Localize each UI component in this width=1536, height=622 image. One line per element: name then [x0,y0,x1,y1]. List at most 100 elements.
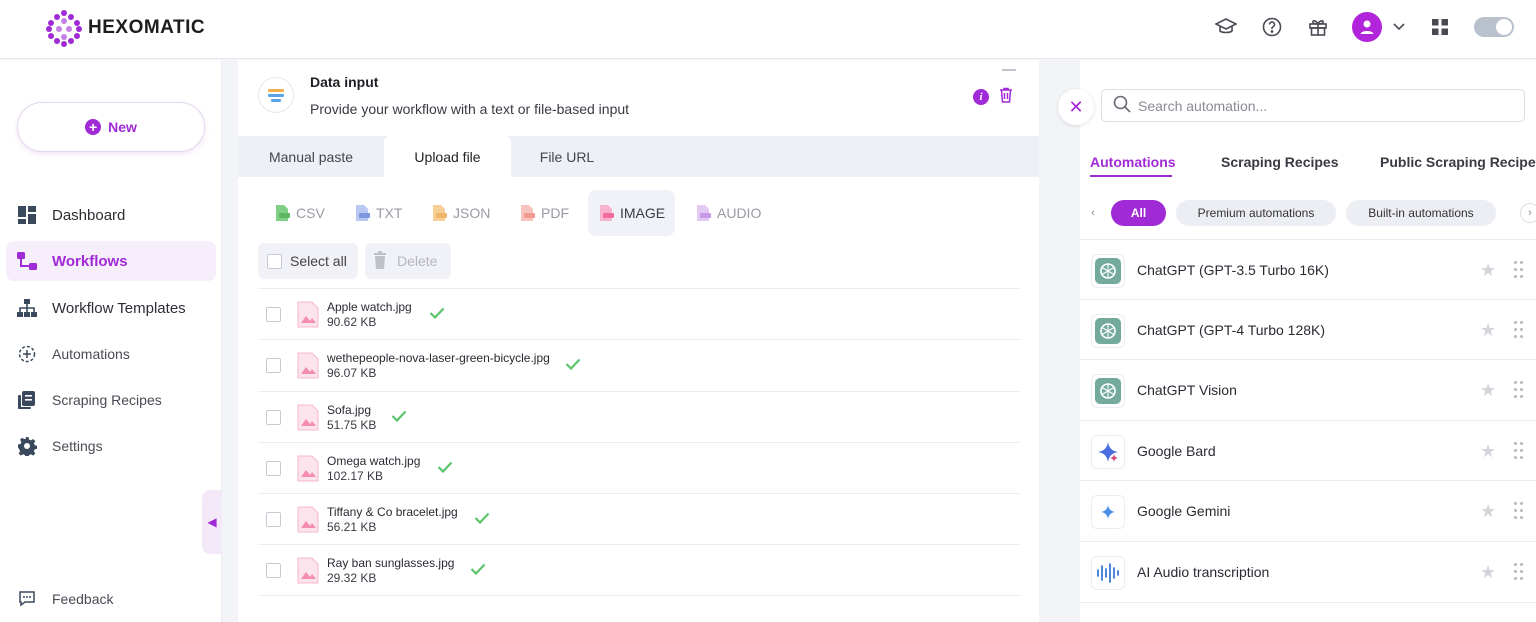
sidebar-item-workflow-templates[interactable]: Workflow Templates [6,288,216,328]
csv-file-icon [274,204,290,222]
sidebar-item-feedback[interactable]: Feedback [6,579,216,619]
star-icon[interactable]: ★ [1480,260,1496,281]
drag-handle-icon[interactable] [1514,381,1524,399]
txt-file-icon [354,204,370,222]
avatar[interactable] [1352,12,1382,42]
file-checkbox[interactable] [266,512,281,528]
tab-file-url[interactable]: File URL [511,136,623,177]
file-checkbox[interactable] [266,563,281,579]
file-type-json[interactable]: JSON [421,190,500,236]
tab-automations[interactable]: Automations [1090,154,1176,170]
drag-handle-icon[interactable] [1514,261,1524,279]
file-row: Apple watch.jpg 90.62 KB [258,288,1020,339]
sidebar-item-automations[interactable]: Automations [6,334,216,374]
automation-item[interactable]: ChatGPT (GPT-3.5 Turbo 16K) ★ [1080,239,1536,300]
search-input[interactable]: Search automation... [1101,89,1525,122]
plus-icon: + [85,119,102,135]
help-icon[interactable] [1260,15,1284,39]
gift-icon[interactable] [1306,15,1330,39]
select-all-button[interactable]: Select all [258,243,358,279]
file-type-audio[interactable]: AUDIO [685,190,771,236]
theme-toggle[interactable] [1474,17,1514,37]
new-button[interactable]: + New [17,102,205,152]
apps-grid-icon[interactable] [1428,15,1452,39]
google-bard-icon [1091,434,1125,469]
templates-icon [16,297,38,319]
checkmark-icon [474,511,490,525]
file-checkbox[interactable] [266,460,281,476]
chevron-left-icon[interactable]: ‹ [1083,203,1103,223]
file-checkbox[interactable] [266,409,281,425]
file-checkbox[interactable] [266,307,281,322]
workflows-icon [16,250,38,272]
image-file-icon [297,506,319,533]
collapse-sidebar-button[interactable]: ◀ [202,490,222,554]
chatgpt-icon [1091,374,1125,409]
star-icon[interactable]: ★ [1480,501,1496,522]
file-name: Ray ban sunglasses.jpg [327,556,455,571]
tab-public-scraping-recipes[interactable]: Public Scraping Recipes [1380,154,1536,170]
image-file-icon [297,404,319,431]
file-name: wethepeople-nova-laser-green-bicycle.jpg [327,351,550,366]
file-type-pdf[interactable]: PDF [509,190,579,236]
sidebar-item-label: Settings [52,438,103,454]
active-tab-indicator [1090,175,1172,177]
drag-handle-icon[interactable] [1514,562,1524,581]
info-icon[interactable]: i [973,89,989,105]
data-input-subtitle: Provide your workflow with a text or fil… [310,101,630,117]
trash-icon[interactable] [999,87,1013,108]
automation-name: ChatGPT (GPT-3.5 Turbo 16K) [1137,262,1329,278]
file-name: Tiffany & Co bracelet.jpg [327,505,458,520]
minimize-icon[interactable] [1002,69,1016,71]
delete-button[interactable]: Delete [365,243,451,279]
chip-built-in-automations[interactable]: Built-in automations [1346,200,1496,226]
sidebar-item-scraping-recipes[interactable]: Scraping Recipes [6,380,216,420]
chip-premium-automations[interactable]: Premium automations [1176,200,1336,226]
chevron-down-icon[interactable] [1392,15,1406,39]
star-icon[interactable]: ★ [1480,380,1496,401]
automation-item[interactable]: Google Gemini ★ [1080,481,1536,542]
search-placeholder: Search automation... [1138,97,1268,114]
drag-handle-icon[interactable] [1514,441,1524,460]
file-type-txt[interactable]: TXT [344,190,412,236]
automation-item[interactable]: Google Bard ★ [1080,421,1536,482]
file-size: 90.62 KB [327,315,377,329]
star-icon[interactable]: ★ [1480,320,1496,341]
drag-handle-icon[interactable] [1514,502,1524,520]
chip-all[interactable]: All [1111,200,1166,226]
automation-item[interactable]: ChatGPT Vision ★ [1080,360,1536,421]
automation-name: AI Audio transcription [1137,563,1270,580]
chevron-right-icon[interactable]: › [1520,203,1536,223]
drag-handle-icon[interactable] [1514,320,1524,339]
search-icon [1113,95,1131,116]
tab-scraping-recipes[interactable]: Scraping Recipes [1221,154,1339,170]
automations-icon [16,343,38,365]
input-tabs: Manual paste Upload file File URL [238,136,1039,177]
file-checkbox[interactable] [266,358,281,374]
tab-manual-paste[interactable]: Manual paste [248,136,374,177]
file-size: 102.17 KB [327,468,384,483]
automation-item[interactable]: AI Audio transcription ★ [1080,542,1536,603]
file-type-image[interactable]: IMAGE [588,190,675,236]
sidebar-item-settings[interactable]: Settings [6,426,216,466]
file-row: Ray ban sunglasses.jpg 29.32 KB [258,544,1020,596]
chatgpt-icon [1091,313,1125,348]
file-type-csv[interactable]: CSV [264,190,335,236]
automation-item[interactable]: ChatGPT (GPT-4 Turbo 128K) ★ [1080,300,1536,361]
academy-icon[interactable] [1214,15,1238,39]
automation-name: ChatGPT (GPT-4 Turbo 128K) [1137,321,1326,338]
checkmark-icon [470,562,486,576]
logo[interactable]: HEXOMATIC [46,10,205,47]
dashboard-icon [16,204,38,226]
uploaded-files-list: Apple watch.jpg 90.62 KB wethepeople-nov… [258,288,1020,596]
star-icon[interactable]: ★ [1480,562,1496,583]
tab-upload-file[interactable]: Upload file [384,136,511,177]
star-icon[interactable]: ★ [1480,441,1496,462]
sidebar-item-workflows[interactable]: Workflows [6,241,216,281]
top-bar: HEXOMATIC [0,0,1536,59]
select-all-checkbox[interactable] [267,253,282,269]
sidebar-item-dashboard[interactable]: Dashboard [6,195,216,235]
data-input-title: Data input [310,74,379,90]
close-panel-button[interactable]: ✕ [1058,89,1094,125]
sidebar-item-label: Workflows [52,252,128,270]
